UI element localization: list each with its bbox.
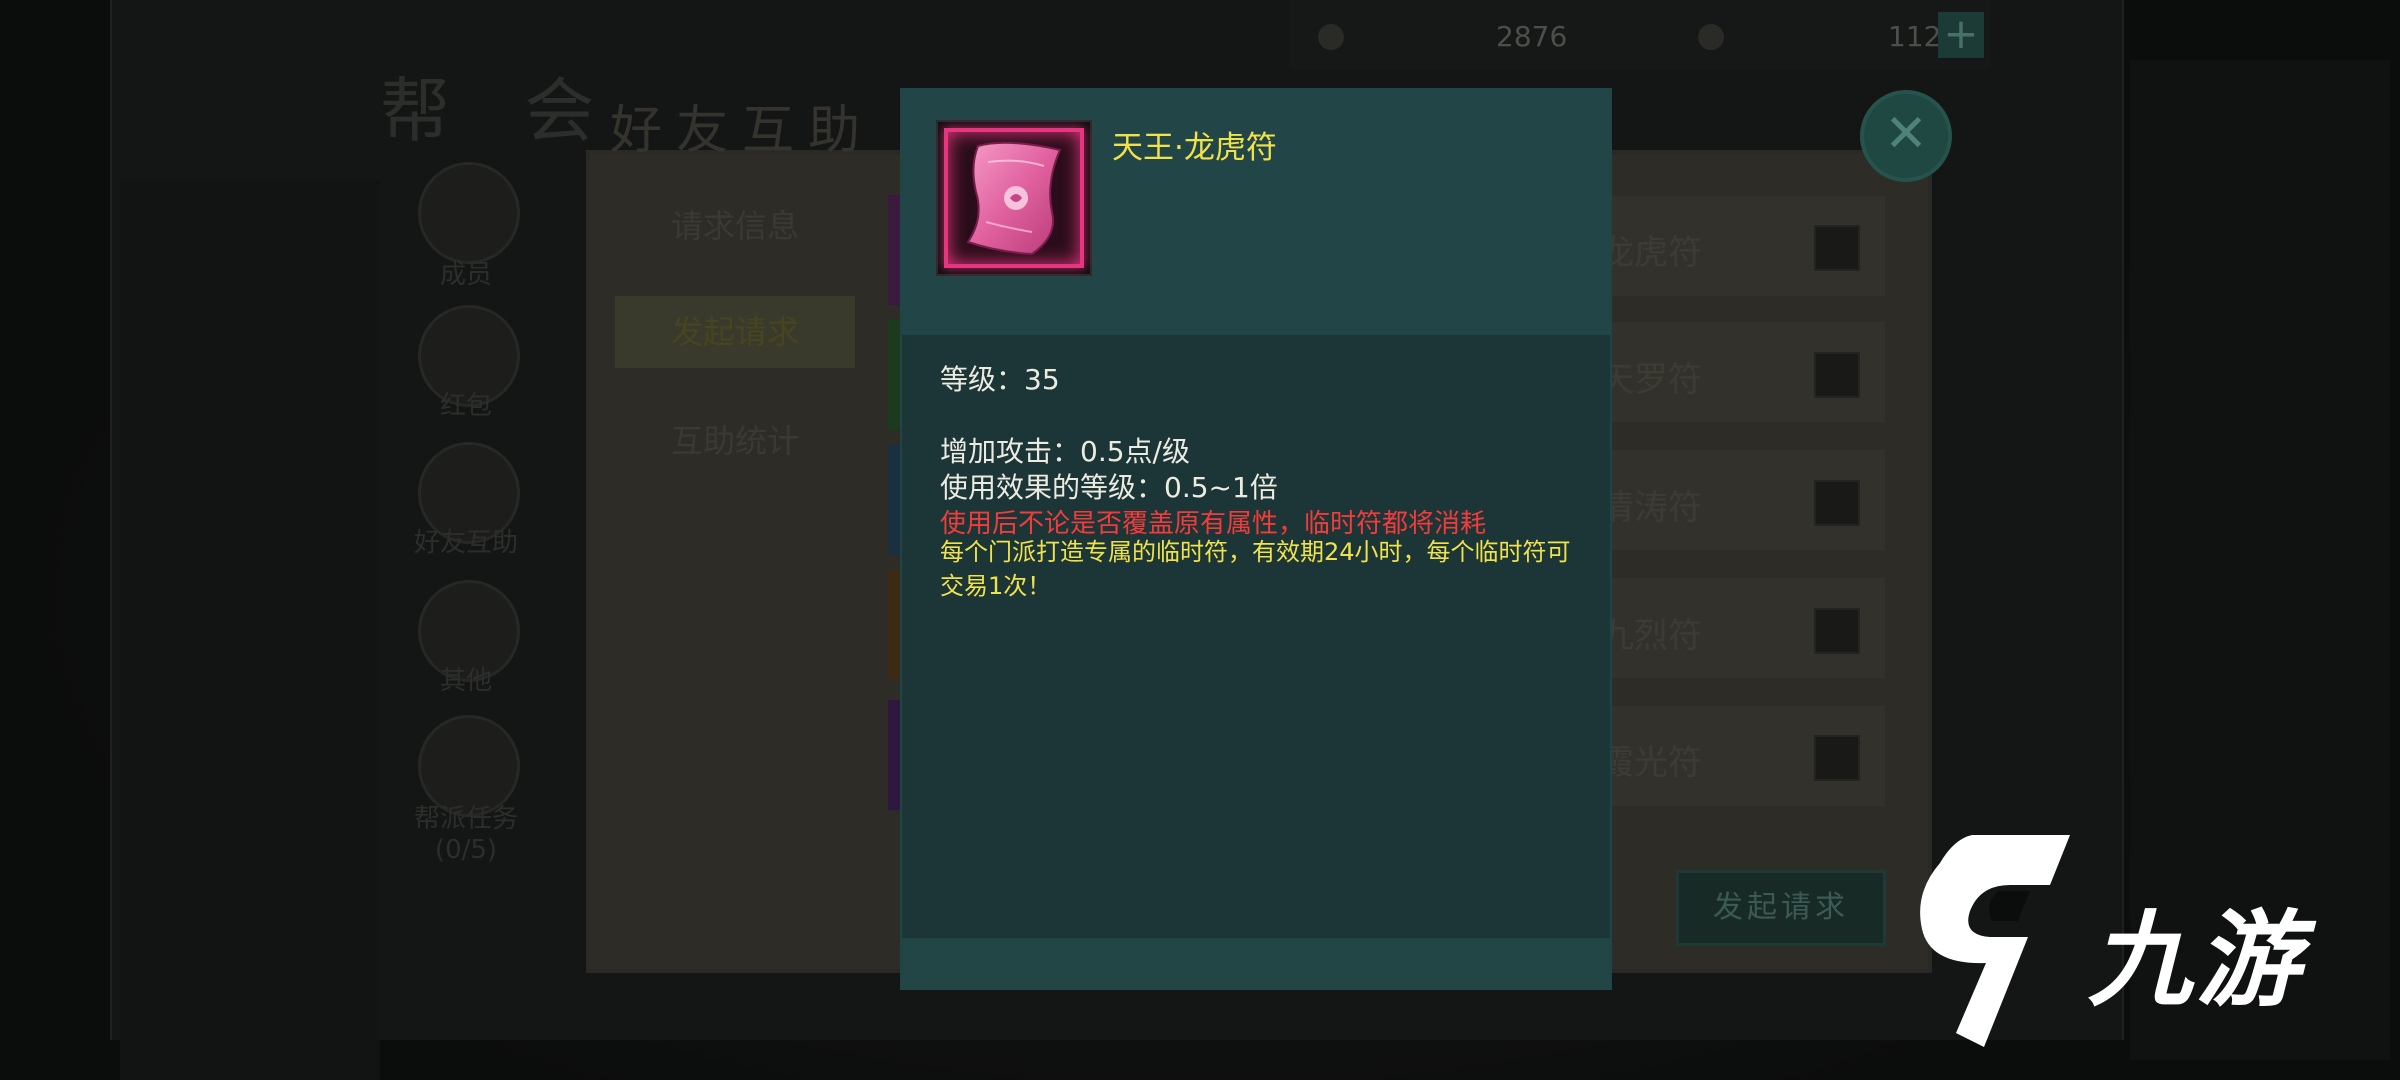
list-item-checkbox[interactable]: [1814, 225, 1860, 271]
close-button[interactable]: ✕: [1860, 90, 1952, 182]
jiuyou-logo-icon: [1920, 835, 2070, 1047]
dialog-title: 好友互助: [610, 101, 875, 161]
list-item-label: 九烈符: [1600, 616, 1702, 656]
item-level: 等级：35: [940, 363, 1060, 396]
item-effect-level: 使用效果的等级：0.5~1倍: [940, 471, 1278, 504]
list-item-label: 霞光符: [1600, 743, 1702, 783]
close-icon: ✕: [1884, 104, 1928, 164]
watermark-text: 九游: [2088, 899, 2305, 1021]
list-item-checkbox[interactable]: [1814, 352, 1860, 398]
item-name: 天王·龙虎符: [1112, 130, 1277, 166]
start-request-button[interactable]: 发起请求: [1676, 870, 1886, 946]
members-icon[interactable]: [418, 162, 520, 264]
guild-task-progress: (0/5): [434, 835, 498, 865]
gem-icon: [1698, 24, 1724, 50]
item-tooltip: 天王·龙虎符 等级：35 增加攻击：0.5点/级 使用效果的等级：0.5~1倍 …: [900, 88, 1612, 990]
currency-amount-2: 112: [1888, 20, 1942, 53]
list-item-checkbox[interactable]: [1814, 480, 1860, 526]
side-label-members: 成员: [439, 260, 492, 290]
list-item-checkbox[interactable]: [1814, 608, 1860, 654]
tab-help-stats[interactable]: 互助统计: [615, 405, 855, 477]
side-label-guild-task: 帮派任务: [413, 804, 518, 834]
currency-bar: [1290, 0, 1990, 70]
item-description: 每个门派打造专属的临时符，有效期24小时，每个临时符可交易1次！: [940, 538, 1571, 600]
side-label-other: 其他: [439, 666, 492, 696]
tab-start-request[interactable]: 发起请求: [615, 296, 855, 368]
list-item-label: 龙虎符: [1600, 233, 1702, 273]
list-item-label: 天罗符: [1600, 360, 1702, 400]
talisman-icon: [966, 141, 1062, 256]
tab-request-info[interactable]: 请求信息: [615, 190, 855, 262]
item-slot: [944, 128, 1084, 268]
guild-title: 帮 会: [380, 70, 621, 152]
coin-icon: [1318, 24, 1344, 50]
list-item-label: 清涛符: [1600, 488, 1702, 528]
tooltip-footer: [902, 938, 1610, 990]
item-attack-bonus: 增加攻击：0.5点/级: [940, 435, 1190, 468]
item-icon-frame: [936, 120, 1092, 276]
side-label-red-packet: 红包: [439, 391, 492, 421]
side-label-friend-help: 好友互助: [413, 528, 518, 558]
add-currency-button[interactable]: +: [1938, 12, 1984, 58]
left-panel-shadow: [120, 180, 380, 1080]
currency-amount-1: 2876: [1496, 20, 1568, 53]
list-item-checkbox[interactable]: [1814, 735, 1860, 781]
